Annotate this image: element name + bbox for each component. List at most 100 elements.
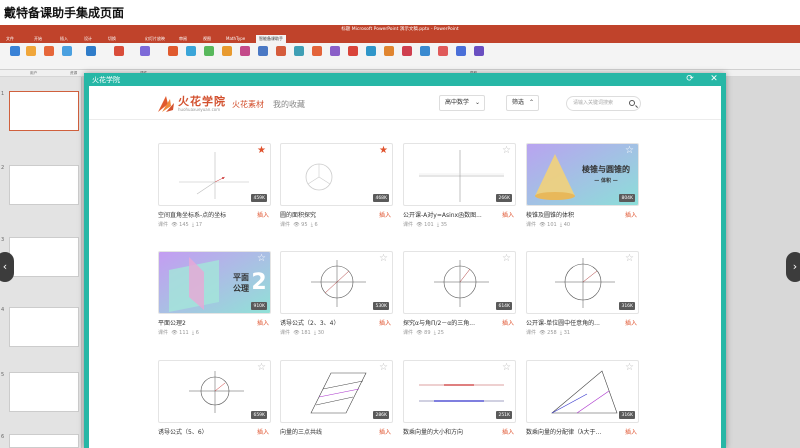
card-thumbnail[interactable]: 平面 公理 2 ☆ 910K	[158, 251, 271, 314]
card-thumbnail[interactable]: ☆ 286K	[280, 360, 393, 423]
ribbon-button-tools1[interactable]	[112, 46, 126, 66]
subject-select[interactable]: 高中数学 ⌄	[439, 95, 485, 111]
filter-toggle[interactable]: 筛选 ⌃	[506, 95, 539, 111]
resource-card[interactable]: ☆ 286K 向量的三点共线 插入	[280, 360, 393, 446]
ribbon-button-tools2[interactable]	[138, 46, 152, 66]
ribbon-button-t16[interactable]	[382, 46, 396, 66]
ribbon-button-t15[interactable]	[364, 46, 378, 66]
resource-card[interactable]: ☆ 266K 公开课-A对y=Asinx函数图... 插入 课件 👁 101 ⤓ 35	[403, 143, 516, 229]
close-icon[interactable]: ✕	[708, 73, 720, 86]
tab-slideshow[interactable]: 幻灯片放映	[145, 35, 165, 43]
download-icon: ⤓	[559, 222, 563, 228]
insert-button[interactable]: 插入	[379, 210, 391, 219]
ribbon-button-t8[interactable]	[238, 46, 252, 66]
insert-button[interactable]: 插入	[502, 210, 514, 219]
insert-button[interactable]: 插入	[257, 318, 269, 327]
slide-thumbnail[interactable]	[9, 372, 79, 412]
resource-card[interactable]: ☆ 316K 公开课-单位圆中任意角的... 插入 课件 👁 258 ⤓ 31	[526, 251, 639, 337]
insert-button[interactable]: 插入	[257, 210, 269, 219]
resource-card[interactable]: ★ 468K 圆的面积探究 插入 课件 👁 95 ⤓ 6	[280, 143, 393, 229]
resource-card[interactable]: ☆ 251K 数乘向量的大小和方向 插入	[403, 360, 516, 446]
ribbon-button-t19[interactable]	[436, 46, 450, 66]
resource-card[interactable]: ☆ 530K 诱导公式（2、3、4） 插入 课件 👁 181 ⤓ 30	[280, 251, 393, 337]
ribbon-button-t12[interactable]	[310, 46, 324, 66]
ribbon-button-t13[interactable]	[328, 46, 342, 66]
insert-button[interactable]: 插入	[502, 318, 514, 327]
search-input[interactable]: 请输入关键词搜索	[566, 96, 641, 111]
ribbon-button-t7[interactable]	[220, 46, 234, 66]
tab-insert[interactable]: 插入	[60, 35, 68, 43]
resource-card[interactable]: 平面 公理 2 ☆ 910K 平面公理2 插入 课件 👁 111 ⤓ 6	[158, 251, 271, 337]
ribbon-button-app[interactable]	[8, 46, 22, 66]
card-thumbnail[interactable]: ★ 468K	[280, 143, 393, 206]
ribbon-button-t5[interactable]	[184, 46, 198, 66]
ribbon-button-t21[interactable]	[472, 46, 486, 66]
ribbon-button-t9[interactable]	[256, 46, 270, 66]
resource-card[interactable]: ☆ 316K 数乘向量的分配律（λ大于... 插入	[526, 360, 639, 446]
card-thumbnail[interactable]: ☆ 316K	[526, 251, 639, 314]
ribbon-button-spark[interactable]	[166, 46, 180, 66]
insert-button[interactable]: 插入	[257, 427, 269, 436]
card-thumbnail[interactable]: ☆ 530K	[280, 251, 393, 314]
ribbon-button-account[interactable]	[24, 46, 38, 66]
card-thumbnail[interactable]: ☆ 659K	[158, 360, 271, 423]
card-thumbnail[interactable]: 棱锥与圆锥的 — 体积 — ☆ 804K	[526, 143, 639, 206]
favorite-star-icon[interactable]: ☆	[625, 363, 634, 373]
tab-transitions[interactable]: 切换	[108, 35, 116, 43]
slide-thumbnail[interactable]	[9, 237, 79, 277]
nav-favorites[interactable]: 我的收藏	[273, 99, 305, 110]
tab-file[interactable]: 文件	[6, 35, 14, 43]
tab-mathtype[interactable]: MathType	[226, 35, 245, 43]
favorite-star-icon[interactable]: ☆	[257, 254, 266, 264]
favorite-star-icon[interactable]: ☆	[502, 254, 511, 264]
tab-view[interactable]: 视图	[203, 35, 211, 43]
card-thumbnail[interactable]: ☆ 266K	[403, 143, 516, 206]
favorite-star-icon[interactable]: ☆	[379, 254, 388, 264]
card-thumbnail[interactable]: ☆ 316K	[526, 360, 639, 423]
slide-thumbnail[interactable]	[9, 434, 79, 448]
resource-card[interactable]: ★ 459K 空间直角坐标系-点的坐标 插入 课件 👁 145 ⤓ 17	[158, 143, 271, 229]
resource-card[interactable]: ☆ 614K 探究α与角Π/2－α的三角... 插入 课件 👁 89 ⤓ 25	[403, 251, 516, 337]
tab-smart-assistant[interactable]: 智能备课助手	[256, 35, 286, 43]
insert-button[interactable]: 插入	[379, 427, 391, 436]
insert-button[interactable]: 插入	[625, 427, 637, 436]
resource-card[interactable]: ☆ 659K 诱导公式（5、6） 插入	[158, 360, 271, 446]
ribbon-button-resource[interactable]	[42, 46, 56, 66]
next-arrow-icon[interactable]: ›	[786, 252, 800, 282]
insert-button[interactable]: 插入	[625, 210, 637, 219]
favorite-star-icon[interactable]: ☆	[502, 363, 511, 373]
ribbon-button-t20[interactable]	[454, 46, 468, 66]
refresh-icon[interactable]: ⟳	[684, 73, 696, 86]
favorite-star-icon[interactable]: ☆	[379, 363, 388, 373]
prev-arrow-icon[interactable]: ‹	[0, 252, 14, 282]
slide-thumbnail[interactable]	[9, 307, 79, 347]
ribbon-button-t14[interactable]	[346, 46, 360, 66]
ribbon-button-upload[interactable]	[60, 46, 74, 66]
insert-button[interactable]: 插入	[379, 318, 391, 327]
favorite-star-icon[interactable]: ☆	[502, 146, 511, 156]
favorite-star-icon[interactable]: ☆	[625, 146, 634, 156]
ribbon-button-t17[interactable]	[400, 46, 414, 66]
ribbon-button-t18[interactable]	[418, 46, 432, 66]
resource-card[interactable]: 棱锥与圆锥的 — 体积 — ☆ 804K 棱锥及圆锥的体积 插入 课件 👁 101 ⤓ 40	[526, 143, 639, 229]
card-thumbnail[interactable]: ☆ 251K	[403, 360, 516, 423]
slide-thumbnail[interactable]	[9, 165, 79, 205]
tab-design[interactable]: 设计	[84, 35, 92, 43]
insert-button[interactable]: 插入	[502, 427, 514, 436]
ribbon-button-play[interactable]	[84, 46, 98, 66]
search-icon[interactable]	[629, 100, 635, 106]
favorite-star-icon[interactable]: ☆	[625, 254, 634, 264]
favorite-star-icon[interactable]: ☆	[257, 363, 266, 373]
favorite-star-icon[interactable]: ★	[257, 146, 266, 156]
tab-home[interactable]: 开始	[34, 35, 42, 43]
ribbon-button-t6[interactable]	[202, 46, 216, 66]
tab-review[interactable]: 审阅	[179, 35, 187, 43]
ribbon-button-t10[interactable]	[274, 46, 288, 66]
card-thumbnail[interactable]: ☆ 614K	[403, 251, 516, 314]
ribbon-button-t11[interactable]	[292, 46, 306, 66]
favorite-star-icon[interactable]: ★	[379, 146, 388, 156]
nav-materials[interactable]: 火花素材	[232, 99, 264, 110]
slide-thumbnail[interactable]	[9, 91, 79, 131]
insert-button[interactable]: 插入	[625, 318, 637, 327]
card-thumbnail[interactable]: ★ 459K	[158, 143, 271, 206]
